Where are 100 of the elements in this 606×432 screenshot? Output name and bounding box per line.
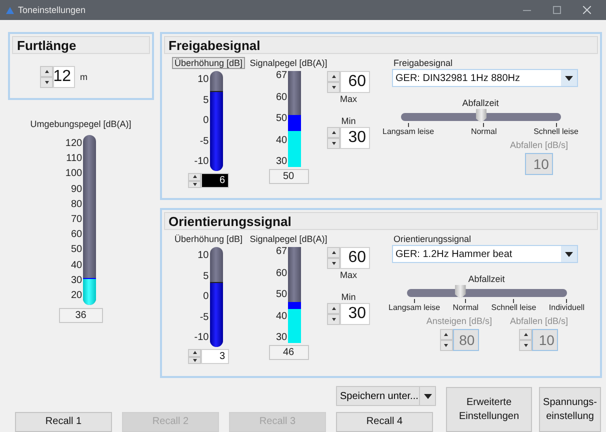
tone-dropdown[interactable]: GER: DIN32981 1Hz 880Hz [392, 69, 578, 87]
slider-stop-label: Schnell leise [491, 303, 536, 312]
up-arrow-icon [332, 75, 336, 78]
number-field[interactable]: 60 [340, 71, 370, 93]
down-arrow-icon [332, 86, 336, 89]
tick-label: 50 [276, 290, 288, 300]
up-arrow-icon [44, 70, 48, 73]
up-arrow-icon [444, 333, 448, 336]
slider-stop-label: Schnell leise [534, 127, 578, 136]
unit-label: m [79, 71, 88, 83]
close-icon[interactable] [583, 6, 591, 14]
up-arrow-icon [192, 351, 196, 354]
slider-title: Abfallzeit [461, 97, 500, 109]
tick-label: 50 [70, 245, 82, 256]
min-label: Min [340, 115, 357, 127]
up-arrow-icon [332, 131, 336, 134]
meter-label: Signalpegel [dB(A)] [248, 233, 328, 245]
increment-button[interactable] [188, 349, 201, 356]
meter-label: Umgebungspegel [dB(A)] [29, 118, 132, 130]
tick-label: -5 [200, 136, 209, 146]
up-arrow-icon [332, 307, 336, 310]
number-field[interactable]: 3 [201, 349, 229, 364]
meter-label: Überhöhung [dB] [173, 233, 244, 245]
decrement-button[interactable] [40, 77, 53, 88]
meter-reading: 36 [58, 308, 103, 323]
save-as-dropdown[interactable]: Speichern unter... [336, 386, 436, 406]
min-label: Min [340, 291, 357, 303]
settings-button[interactable]: Spannungs- einstellung [539, 387, 601, 432]
slider-stop-label: Normal [470, 127, 497, 136]
tick-label: 67 [276, 247, 288, 257]
decrement-button[interactable] [327, 258, 340, 269]
tick-label: 60 [70, 230, 82, 240]
decrement-button[interactable] [327, 138, 340, 149]
tick-label: 40 [276, 136, 288, 146]
increment-button[interactable] [327, 247, 340, 258]
increment-button[interactable] [327, 127, 340, 138]
rate-label: Abfallen [dB/s] [508, 139, 569, 151]
tick-label: 30 [276, 157, 288, 167]
meter-label: Signalpegel [dB(A)] [248, 57, 328, 69]
number-field[interactable]: 60 [340, 247, 370, 269]
tick-label: -10 [194, 333, 209, 343]
tick-label: 30 [276, 333, 288, 343]
decrement-button[interactable] [327, 314, 340, 325]
tick-label: 70 [70, 214, 82, 225]
meter-label: Überhöhung [dB] [172, 57, 245, 69]
settings-button[interactable]: Erweiterte Einstellungen [446, 387, 532, 432]
dropdown-arrow-icon [424, 394, 432, 398]
tick-label: 0 [203, 292, 209, 302]
slider-title: Abfallzeit [467, 273, 506, 285]
down-arrow-icon [192, 358, 196, 362]
panel-title: Furtlänge [12, 36, 150, 54]
slider-thumb[interactable] [454, 285, 466, 299]
app-icon [6, 6, 14, 14]
tick-label: 80 [70, 200, 82, 210]
increment-button[interactable] [519, 329, 532, 340]
tick-label: 10 [198, 251, 209, 261]
decrement-button[interactable] [327, 82, 340, 93]
rate-label: Abfallen [dB/s] [508, 315, 569, 327]
tick-label: 30 [70, 276, 82, 286]
rate-label: Ansteigen [dB/s] [425, 315, 493, 327]
tick-label: 90 [70, 184, 82, 195]
down-arrow-icon [44, 81, 48, 84]
increment-button[interactable] [440, 329, 453, 340]
decrement-button[interactable] [440, 340, 453, 351]
tick-label: 120 [65, 139, 82, 149]
recall-button[interactable]: Recall 1 [15, 412, 112, 432]
increment-button[interactable] [327, 303, 340, 314]
down-arrow-icon [444, 344, 448, 347]
max-label: Max [338, 93, 358, 105]
tick-label: 40 [276, 312, 288, 322]
meter-reading: 50 [268, 169, 308, 184]
tick-label: 5 [203, 272, 209, 282]
recall-button[interactable]: Recall 4 [336, 412, 433, 432]
tick-label: 20 [70, 290, 82, 301]
increment-button[interactable] [327, 71, 340, 82]
dropdown-label: Orientierungssignal [392, 233, 472, 245]
tick-label: 67 [276, 71, 288, 81]
tick-label: 60 [276, 92, 288, 102]
tick-label: 5 [203, 96, 209, 106]
number-field[interactable]: 12 [53, 66, 75, 88]
tone-dropdown[interactable]: GER: 1.2Hz Hammer beat [392, 245, 578, 263]
tick-label: 50 [276, 114, 288, 124]
increment-button[interactable] [40, 66, 53, 77]
tick-label: 40 [70, 260, 82, 270]
tick-label: 0 [203, 116, 209, 126]
slider-stop-label: Langsam leise [388, 303, 440, 312]
up-arrow-icon [192, 175, 196, 178]
dropdown-arrow-icon [564, 76, 572, 80]
slider-stop-label: Langsam leise [382, 127, 434, 136]
up-arrow-icon [524, 333, 528, 336]
tick-label: 60 [276, 268, 288, 278]
down-arrow-icon [192, 182, 196, 186]
number-field[interactable]: 6 [201, 173, 229, 188]
up-arrow-icon [332, 251, 336, 254]
increment-button[interactable] [188, 173, 201, 180]
slider-thumb[interactable] [476, 109, 486, 123]
tick-label: 110 [66, 154, 82, 164]
number-field[interactable]: 30 [340, 127, 370, 149]
number-field[interactable]: 30 [340, 303, 370, 325]
decrement-button[interactable] [519, 340, 532, 351]
